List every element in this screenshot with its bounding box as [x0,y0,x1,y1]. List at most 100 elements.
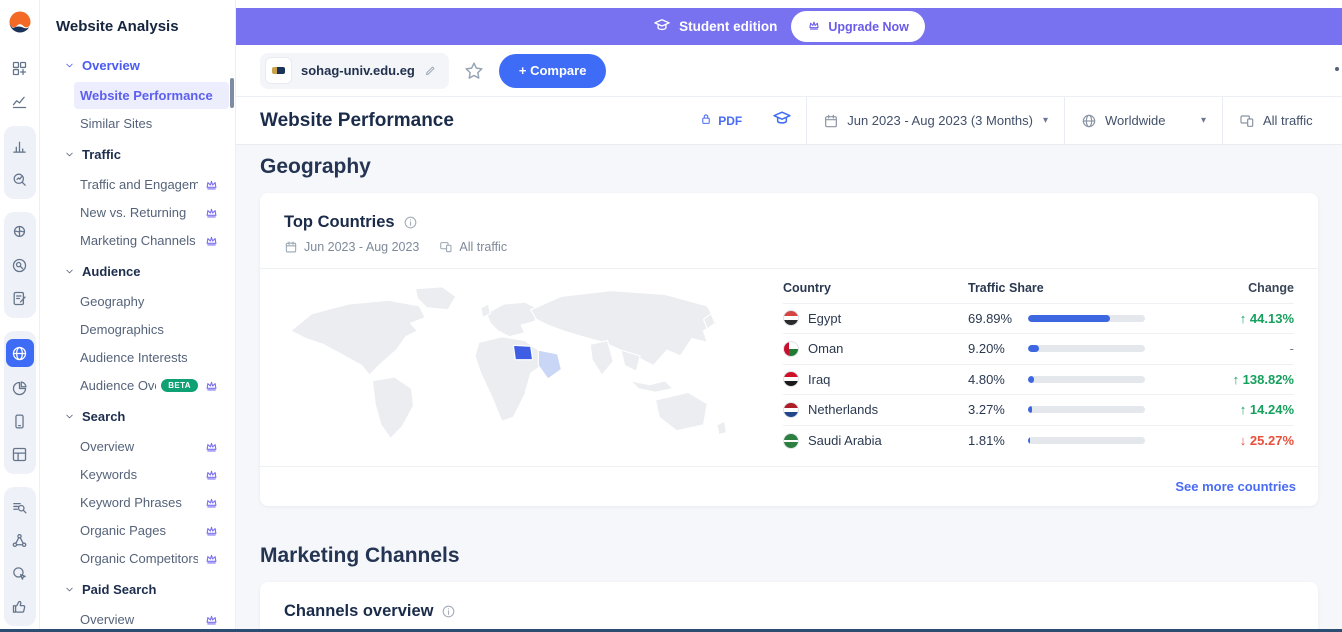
edit-domain-icon[interactable] [424,64,437,77]
mobile-icon[interactable] [8,409,32,433]
sidebar-item-traffic-and-engageme[interactable]: Traffic and Engageme... [74,171,229,198]
traffic-share-bar [1028,375,1145,383]
oman-flag-icon [783,340,799,357]
map-australia [654,391,708,431]
bar-chart-icon[interactable] [8,134,32,158]
map-country-egypt-highlight [512,344,533,360]
upgrade-now-button[interactable]: Upgrade Now [791,11,925,42]
note-icon[interactable] [8,286,32,310]
globe-icon [1081,113,1097,129]
network-icon[interactable] [8,528,32,552]
traffic-share-cell: 3.27% [968,402,1184,417]
traffic-filter[interactable]: All traffic [1222,97,1342,144]
crown-icon [204,233,219,248]
country-cell: Saudi Arabia [783,432,968,449]
date-range-value: Jun 2023 - Aug 2023 (3 Months) [847,113,1033,128]
compare-button[interactable]: + Compare [498,53,607,88]
country-row: Netherlands 3.27% ↑ 14.24% [783,395,1294,426]
sidebar-item-organic-pages[interactable]: Organic Pages [74,517,229,544]
crown-icon [204,378,219,393]
student-edition-label: Student edition [653,16,777,37]
sidebar-item-demographics[interactable]: Demographics [74,316,229,343]
map-indonesia [629,379,673,393]
rail-group [3,212,36,318]
region-selector[interactable]: Worldwide ▾ [1064,97,1222,144]
export-pdf-button[interactable]: PDF [683,97,758,144]
click-icon[interactable] [8,561,32,585]
chevron-down-icon [64,411,75,422]
trendline-icon[interactable] [8,89,32,113]
promo-banner-wrap: Student edition Upgrade Now [236,0,1342,45]
map-greenland [414,285,456,310]
country-column-header: Country [783,280,831,295]
rail-group [4,56,36,113]
crown-icon [204,205,219,220]
globe-icon[interactable] [5,339,34,367]
overflow-indicator [1335,67,1339,71]
traffic-share-cell: 4.80% [968,372,1184,387]
sidebar-item-marketing-channels[interactable]: Marketing Channels [74,227,229,254]
dashboard-icon[interactable] [8,56,32,80]
crown-icon [204,439,219,454]
sidebar-item-website-performance[interactable]: Website Performance [74,82,229,109]
student-cap-button[interactable] [758,108,806,133]
chevron-down-icon: ▾ [1042,115,1048,126]
sidebar-item-similar-sites[interactable]: Similar Sites [74,110,229,137]
app-grid-icon[interactable] [8,442,32,466]
sidebar-section-audience[interactable]: Audience [40,255,235,287]
traffic-share-cell: 69.89% [968,311,1184,326]
date-range-picker[interactable]: Jun 2023 - Aug 2023 (3 Months) ▾ [806,97,1064,144]
sidebar-item-overview[interactable]: Overview [74,433,229,460]
sidebar-section-overview[interactable]: Overview [40,49,235,81]
sidebar-item-overview[interactable]: Overview [74,606,229,629]
sidebar-section-search[interactable]: Search [40,400,235,432]
icon-rail [0,0,40,629]
domain-bar: sohag-univ.edu.eg + Compare [236,45,1342,97]
favorite-star-icon[interactable] [463,60,485,82]
traffic-share-bar [1028,345,1145,353]
change-cell: ↑ 138.82% [1232,371,1294,387]
beta-badge: BETA [161,379,198,392]
search-circle-icon[interactable] [8,253,32,277]
domain-name: sohag-univ.edu.eg [301,63,415,78]
page-title: Website Performance [260,109,454,131]
crown-icon [204,177,219,192]
app-window: Website Analysis Overview Website Perform… [0,0,1342,632]
thumbs-up-icon[interactable] [8,594,32,618]
sidebar-item-keyword-phrases[interactable]: Keyword Phrases [74,489,229,516]
sidebar-item-keywords[interactable]: Keywords [74,461,229,488]
graduation-cap-icon [653,16,671,37]
calendar-icon [284,240,298,254]
web-globe-icon[interactable] [8,220,32,244]
lock-icon [699,112,713,129]
traffic-share-bar [1028,406,1145,414]
chevron-down-icon [64,149,75,160]
sidebar-scrollbar[interactable] [230,78,234,108]
rail-group [3,487,36,626]
sidebar-item-audience-interests[interactable]: Audience Interests [74,344,229,371]
chevron-down-icon [64,266,75,277]
sidebar-section-traffic[interactable]: Traffic [40,138,235,170]
list-search-icon[interactable] [8,495,32,519]
pie-chart-icon[interactable] [8,376,32,400]
see-more-countries-link[interactable]: See more countries [1175,479,1296,494]
devices-icon [439,240,453,254]
top-countries-card: Top Countries Jun 2023 - Aug 2023 All tr… [260,193,1318,506]
search-chart-icon[interactable] [8,167,32,191]
crown-icon [807,18,821,35]
top-countries-title: Top Countries [284,213,395,231]
scroll-content[interactable]: Geography Top Countries Jun 2023 - Aug 2… [236,145,1342,629]
similarweb-logo-icon[interactable] [8,10,32,34]
info-icon[interactable] [403,215,418,230]
sidebar-item-new-vs-returning[interactable]: New vs. Returning [74,199,229,226]
sidebar-section-paid-search[interactable]: Paid Search [40,573,235,605]
table-header-row: Country Traffic Share Change [783,273,1294,304]
info-icon[interactable] [441,604,456,619]
domain-chip[interactable]: sohag-univ.edu.eg [260,52,449,89]
sidebar-item-audience-overl[interactable]: Audience Overl...BETA [74,372,229,399]
country-row: Saudi Arabia 1.81% ↓ 25.27% [783,426,1294,457]
sidebar-item-organic-competitors[interactable]: Organic Competitors [74,545,229,572]
crown-icon [204,523,219,538]
sidebar-item-geography[interactable]: Geography [74,288,229,315]
change-cell: ↑ 14.24% [1239,402,1294,418]
